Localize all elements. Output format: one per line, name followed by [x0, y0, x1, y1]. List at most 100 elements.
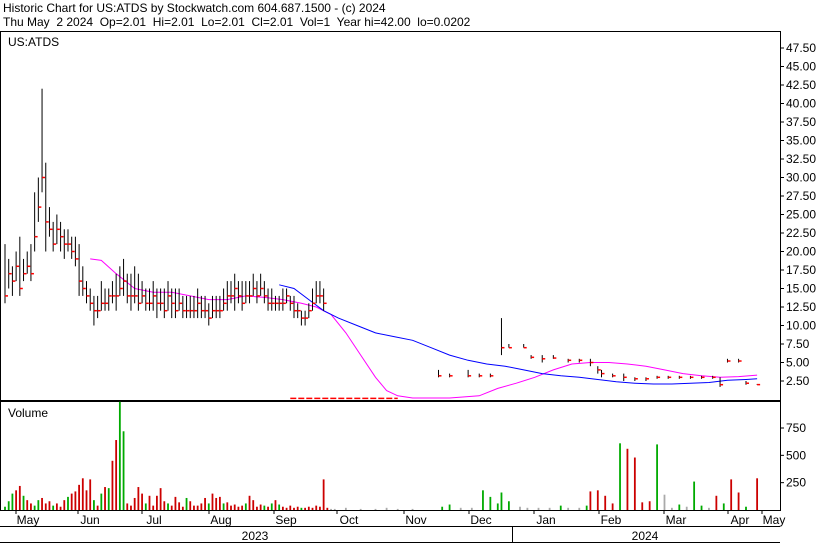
volume-bar [178, 502, 181, 510]
volume-bar [633, 457, 636, 510]
volume-bar [15, 490, 18, 510]
volume-bar [200, 503, 203, 510]
price-tick-label: 37.50 [786, 115, 816, 129]
volume-bar [244, 503, 247, 510]
price-tick-label: 2.50 [786, 374, 810, 388]
month-label: Nov [405, 513, 426, 527]
volume-bar [296, 506, 299, 510]
volume-bar [470, 507, 473, 510]
volume-bar [604, 495, 607, 510]
symbol-label: US:ATDS [8, 35, 59, 49]
volume-bar [67, 496, 69, 510]
volume-bar [526, 507, 529, 510]
volume-bar [693, 481, 696, 510]
volume-bar [326, 507, 329, 510]
volume-bar [411, 508, 414, 510]
volume-bar [619, 443, 621, 510]
volume-bar [489, 496, 492, 510]
volume-bar [48, 501, 51, 510]
volume-bar [311, 507, 314, 510]
volume-bar [107, 488, 110, 510]
volume-bar [78, 484, 80, 510]
volume-bar [737, 492, 740, 510]
volume-bar [648, 501, 651, 510]
price-tick-label: 40.00 [786, 97, 816, 111]
volume-bar [259, 504, 262, 510]
volume-tick-label: 250 [786, 476, 806, 490]
stock-chart: US:ATDS Volume 47.50 45.00 42.50 40.00 37.50… [0, 31, 816, 543]
volume-bar [41, 497, 43, 510]
month-label: Jan [536, 513, 555, 527]
volume-bar [59, 506, 62, 510]
volume-bar [252, 500, 255, 510]
month-label: Feb [601, 513, 622, 527]
volume-bar [745, 506, 747, 510]
price-y-axis: 47.50 45.00 42.50 40.00 37.50 35.00 32.50 30.00… [780, 41, 816, 388]
volume-bar [189, 501, 192, 510]
price-tick-label: 7.50 [786, 337, 810, 351]
volume-bar [11, 493, 14, 510]
volume-bar [708, 507, 710, 510]
price-tick-label: 32.50 [786, 152, 816, 166]
volume-bar [55, 503, 58, 510]
volume-bar [722, 503, 725, 510]
volume-bar [170, 505, 173, 510]
price-tick-label: 15.00 [786, 282, 816, 296]
volume-bar [37, 500, 40, 510]
volume-bar [118, 401, 121, 510]
volume-bar [152, 505, 155, 510]
volume-bar [678, 504, 681, 510]
price-tick-label: 42.50 [786, 78, 816, 92]
volume-bar [193, 505, 195, 510]
volume-bar [207, 503, 210, 510]
volume-bar [626, 448, 629, 510]
volume-bar [63, 500, 66, 510]
volume-bar [22, 495, 25, 510]
volume-bar [215, 497, 218, 510]
volume-bar [93, 500, 95, 510]
price-tick-label: 20.00 [786, 245, 816, 259]
volume-bar [448, 504, 451, 510]
price-tick-label: 47.50 [786, 41, 816, 55]
volume-bar [482, 490, 484, 510]
volume-bar [226, 502, 229, 510]
volume-bar [26, 500, 29, 510]
volume-bar [270, 503, 273, 510]
volume-bar [715, 495, 718, 510]
price-tick-label: 45.00 [786, 60, 816, 74]
volume-bar [96, 505, 99, 510]
volume-tick-label: 500 [786, 448, 806, 462]
volume-bar [133, 497, 136, 510]
volume-bar [322, 479, 325, 510]
volume-bar [611, 503, 614, 510]
volume-title: Volume [8, 406, 48, 420]
volume-bar [300, 507, 303, 510]
volume-bar [237, 506, 240, 510]
month-label: Sep [275, 513, 297, 527]
volume-bar [396, 508, 399, 510]
long-moving-average-line [279, 284, 758, 385]
volume-bar [519, 506, 521, 510]
volume-bar [74, 491, 77, 510]
volume-tick-label: 750 [786, 421, 806, 435]
price-tick-label: 5.00 [786, 356, 810, 370]
year-label-2023: 2023 [242, 529, 269, 543]
volume-bar [263, 505, 266, 510]
volume-bar [241, 505, 244, 510]
price-tick-label: 25.00 [786, 208, 816, 222]
volume-bar [204, 497, 206, 510]
x-axis-month-labels: May Jun Jul Aug Sep Oct Nov Dec Jan Feb Mar Apr May [15, 510, 785, 527]
volume-bar [81, 478, 84, 510]
volume-bar [248, 495, 251, 510]
volume-bar [181, 506, 184, 510]
price-tick-label: 35.00 [786, 134, 816, 148]
volume-bar [211, 493, 214, 510]
volume-bar [233, 504, 236, 510]
month-label: Jun [80, 513, 99, 527]
month-label: Jul [146, 513, 161, 527]
month-label: Oct [340, 513, 359, 527]
volume-bar [167, 503, 169, 510]
volume-bar [141, 493, 143, 510]
volume-bar [126, 503, 129, 510]
volume-bar [104, 487, 106, 510]
